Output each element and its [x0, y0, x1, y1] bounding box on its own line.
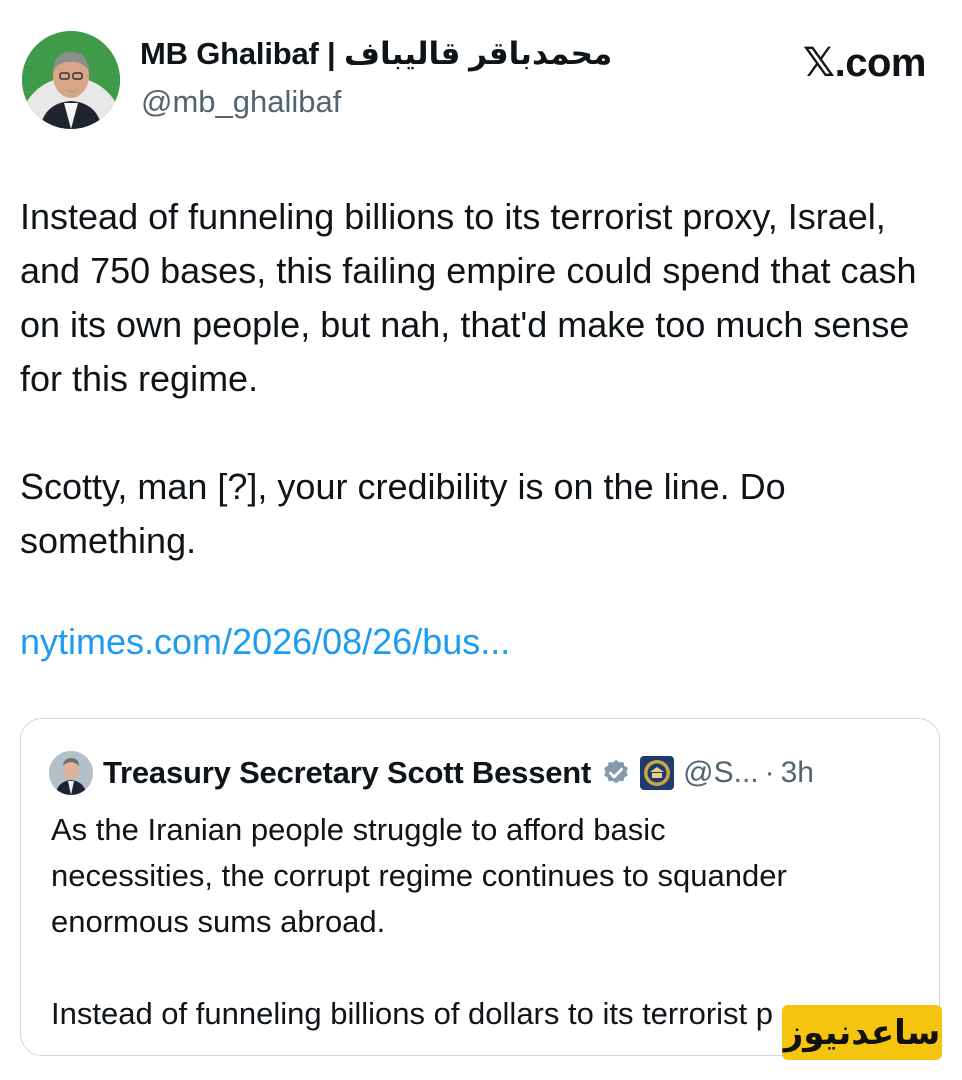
- x-brand-logo: 𝕏.com: [802, 41, 927, 85]
- tweet-body: Instead of funneling billions to its ter…: [20, 190, 920, 568]
- author-handle[interactable]: @mb_ghalibaf: [141, 84, 341, 120]
- tweet-link[interactable]: nytimes.com/2026/08/26/bus...: [20, 615, 510, 669]
- quoted-author-handle[interactable]: @S...: [683, 756, 758, 790]
- quoted-tweet-body: As the Iranian people struggle to afford…: [51, 807, 921, 1037]
- quoted-author-name[interactable]: Treasury Secretary Scott Bessent: [103, 755, 591, 791]
- verified-badge-icon: [604, 759, 629, 784]
- treasury-seal-icon: [640, 756, 675, 790]
- quoted-tweet-time[interactable]: 3h: [781, 756, 814, 790]
- quoted-tweet-header: Treasury Secretary Scott Bessent @S... ·…: [49, 749, 814, 797]
- portrait-avatar-icon: [22, 31, 120, 129]
- tweet-paragraph: Scotty, man [?], your credibility is on …: [20, 466, 786, 561]
- portrait-avatar-icon: [49, 751, 93, 795]
- watermark-badge: ساعدنیوز: [782, 1005, 942, 1060]
- author-avatar[interactable]: [22, 31, 120, 129]
- author-display-name[interactable]: MB Ghalibaf | محمدباقر قالیباف: [140, 36, 612, 72]
- quoted-author-avatar[interactable]: [49, 751, 93, 795]
- quoted-tweet-paragraph: As the Iranian people struggle to afford…: [51, 812, 787, 939]
- header-separator: ·: [764, 756, 775, 789]
- tweet-paragraph: Instead of funneling billions to its ter…: [20, 196, 917, 399]
